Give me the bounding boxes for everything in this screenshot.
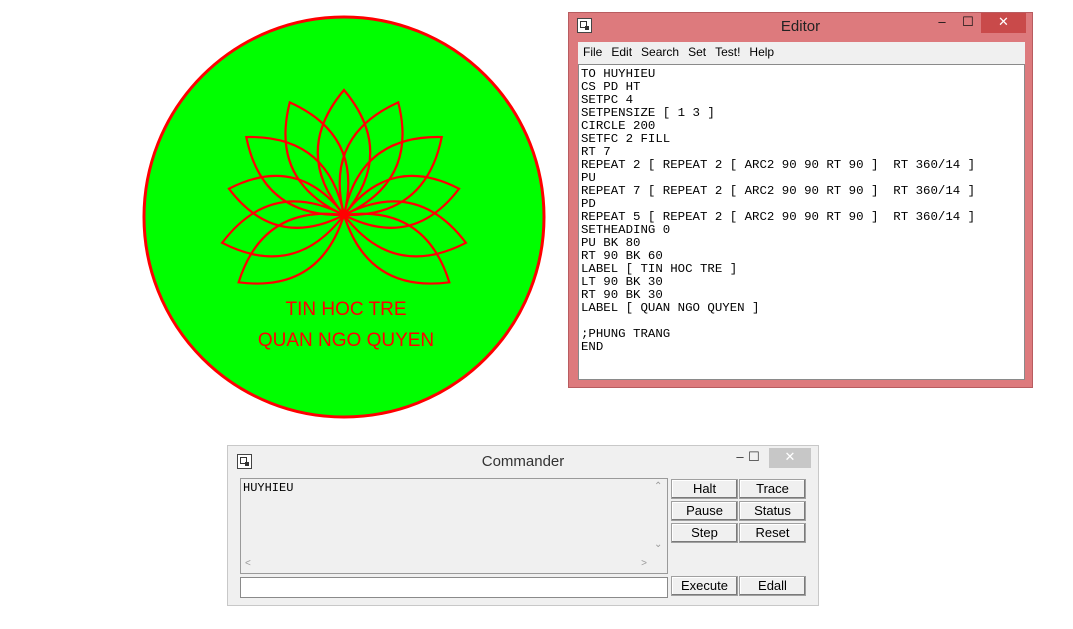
maximize-icon: ☐: [748, 449, 760, 464]
step-button[interactable]: Step: [671, 523, 738, 543]
edall-button[interactable]: Edall: [739, 576, 806, 596]
close-icon: ✕: [998, 14, 1009, 29]
label-tin-hoc-tre: TIN HOC TRE: [285, 299, 407, 320]
trace-button[interactable]: Trace: [739, 479, 806, 499]
menu-test[interactable]: Test!: [710, 42, 744, 59]
maximize-button[interactable]: ☐: [955, 13, 981, 33]
close-button[interactable]: ✕: [981, 13, 1026, 33]
menu-search[interactable]: Search: [636, 42, 683, 59]
minimize-button[interactable]: –: [929, 13, 955, 33]
close-icon: ✕: [784, 449, 796, 464]
close-button[interactable]: ✕: [769, 448, 811, 468]
scroll-right-icon[interactable]: >: [641, 558, 647, 569]
editor-titlebar[interactable]: Editor – ☐ ✕: [569, 13, 1032, 41]
maximize-button[interactable]: ☐: [742, 448, 766, 468]
execute-button[interactable]: Execute: [671, 576, 738, 596]
output-text: HUYHIEU: [243, 481, 294, 495]
reset-button[interactable]: Reset: [739, 523, 806, 543]
menu-edit[interactable]: Edit: [606, 42, 636, 59]
menu-set[interactable]: Set: [683, 42, 710, 59]
halt-button[interactable]: Halt: [671, 479, 738, 499]
editor-menubar: File Edit Search Set Test! Help: [578, 42, 1025, 64]
vertical-scrollbar[interactable]: ⌃ ⌄: [651, 479, 667, 559]
commander-output[interactable]: HUYHIEU ⌃ ⌄ < >: [240, 478, 668, 574]
editor-window: Editor – ☐ ✕ File Edit Search Set Test! Help …: [568, 12, 1033, 388]
logo-drawing: [142, 15, 546, 419]
command-input[interactable]: [240, 577, 668, 598]
scroll-down-icon[interactable]: ⌄: [654, 539, 662, 550]
minimize-icon: –: [938, 14, 946, 29]
scroll-left-icon[interactable]: <: [245, 558, 251, 569]
pause-button[interactable]: Pause: [671, 501, 738, 521]
label-quan-ngo-quyen: QUAN NGO QUYEN: [257, 330, 435, 351]
drawing-canvas: TIN HOC TRE QUAN NGO QUYEN: [0, 0, 560, 430]
menu-file[interactable]: File: [578, 42, 606, 59]
commander-titlebar[interactable]: Commander – ☐ ✕: [228, 446, 818, 476]
scroll-up-icon[interactable]: ⌃: [654, 481, 662, 492]
horizontal-scrollbar[interactable]: < >: [241, 558, 651, 573]
commander-window: Commander – ☐ ✕ HUYHIEU ⌃ ⌄ < > Halt Tra…: [227, 445, 819, 606]
editor-code-area[interactable]: TO HUYHIEU CS PD HT SETPC 4 SETPENSIZE […: [578, 64, 1025, 380]
status-button[interactable]: Status: [739, 501, 806, 521]
menu-help[interactable]: Help: [744, 42, 778, 59]
maximize-icon: ☐: [962, 14, 974, 29]
